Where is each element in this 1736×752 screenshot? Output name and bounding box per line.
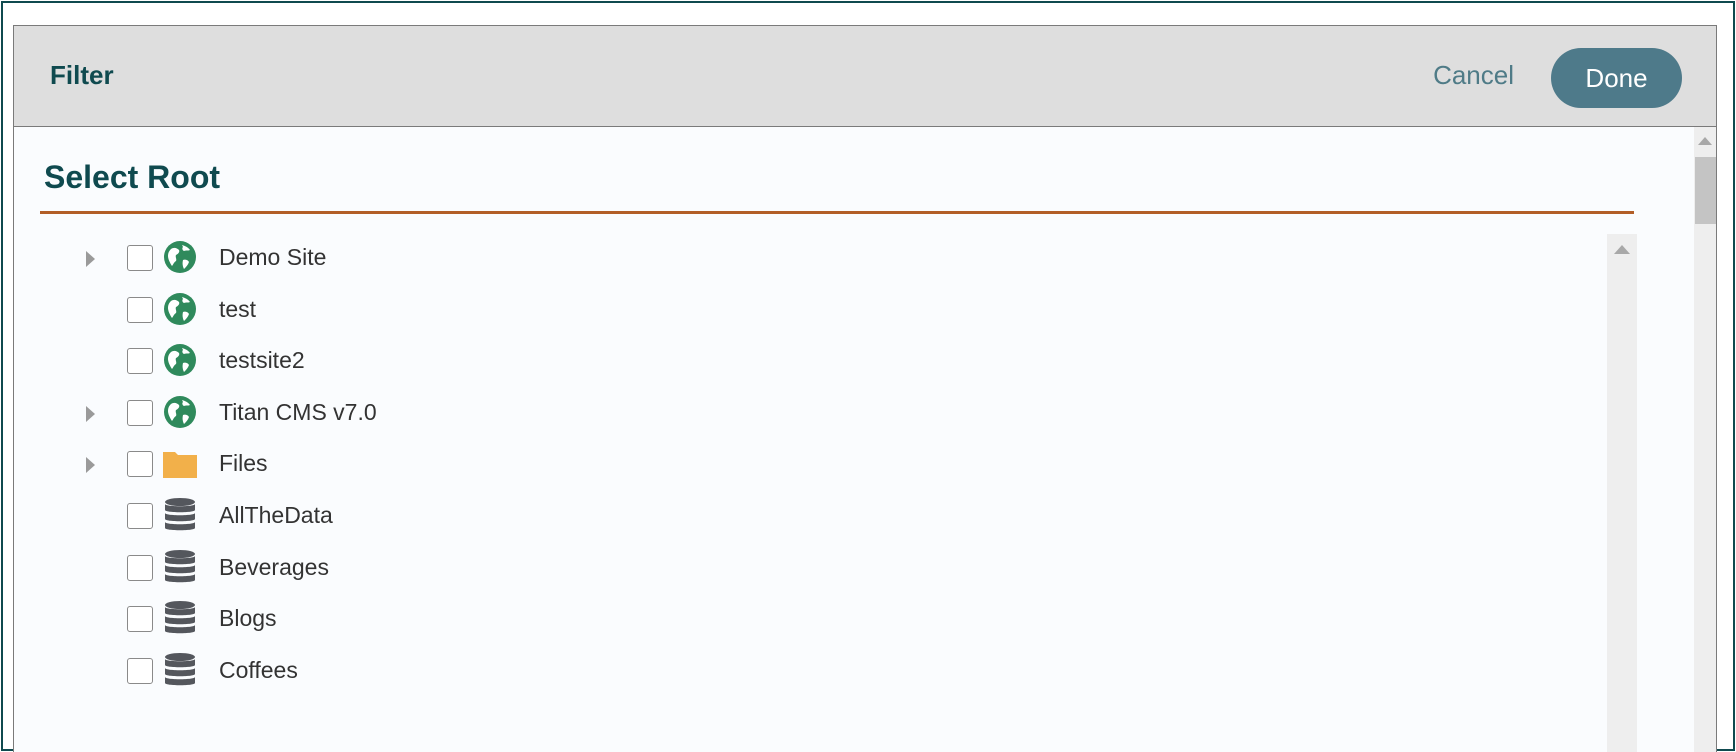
tree-item-label: Blogs xyxy=(219,605,277,632)
tree-item[interactable]: Demo Site xyxy=(40,231,1600,288)
window-frame: Filter Cancel Done Select Root Demo Site… xyxy=(1,1,1735,752)
database-icon xyxy=(162,497,198,533)
tree-item[interactable]: Files xyxy=(40,437,1600,494)
section-divider xyxy=(40,211,1634,214)
expand-arrow-icon[interactable] xyxy=(86,405,95,422)
dialog-title: Filter xyxy=(50,60,114,90)
tree-item-label: testsite2 xyxy=(219,347,305,374)
globe-icon xyxy=(162,291,198,327)
tree-item-label: Demo Site xyxy=(219,244,327,270)
tree-item-checkbox[interactable] xyxy=(127,503,153,529)
tree-item-checkbox[interactable] xyxy=(127,245,153,271)
dialog-header: Filter Cancel Done xyxy=(14,26,1716,127)
database-icon xyxy=(162,652,198,688)
dialog-scroll-up-arrow[interactable] xyxy=(1698,137,1712,145)
filter-dialog: Filter Cancel Done Select Root Demo Site… xyxy=(13,25,1717,752)
tree-item-label: Files xyxy=(219,450,268,477)
globe-icon xyxy=(162,239,198,275)
expand-arrow-icon[interactable] xyxy=(86,457,95,474)
tree-item[interactable]: Titan CMS v7.0 xyxy=(40,386,1600,443)
tree-item-label: Beverages xyxy=(219,553,329,580)
tree-item-checkbox[interactable] xyxy=(127,554,153,581)
tree-item-checkbox[interactable] xyxy=(127,296,153,323)
dialog-content: Select Root Demo Site test testsite2 Titan … xyxy=(14,127,1686,752)
dialog-scrollbar-thumb[interactable] xyxy=(1695,157,1716,224)
tree-item-label: AllTheData xyxy=(219,502,333,528)
tree-item[interactable]: Blogs xyxy=(40,592,1600,649)
tree-item-checkbox[interactable] xyxy=(127,657,153,684)
tree-scroll-up-arrow[interactable] xyxy=(1614,245,1630,254)
tree-item-checkbox[interactable] xyxy=(127,348,153,375)
database-icon xyxy=(162,600,198,636)
tree-scrollbar[interactable] xyxy=(1607,234,1637,752)
tree-item[interactable]: testsite2 xyxy=(40,334,1600,391)
root-tree: Demo Site test testsite2 Titan CMS v7.0 File… xyxy=(40,231,1634,752)
tree-item-label: Coffees xyxy=(219,656,298,683)
tree-item[interactable]: Beverages xyxy=(40,541,1600,598)
tree-item[interactable]: test xyxy=(40,283,1600,340)
dialog-scrollbar[interactable] xyxy=(1694,127,1716,752)
tree-item[interactable]: AllTheData xyxy=(40,489,1600,546)
folder-icon xyxy=(162,445,198,481)
expand-arrow-icon[interactable] xyxy=(86,251,95,267)
tree-item-label: test xyxy=(219,295,257,322)
globe-icon xyxy=(162,394,198,430)
database-icon xyxy=(162,549,198,585)
tree-item-label: Titan CMS v7.0 xyxy=(219,398,377,425)
section-title: Select Root xyxy=(44,159,221,195)
tree-item[interactable]: Coffees xyxy=(40,644,1600,701)
cancel-button[interactable]: Cancel xyxy=(1433,60,1514,91)
tree-item-checkbox[interactable] xyxy=(127,399,153,426)
globe-icon xyxy=(162,342,198,378)
done-button[interactable]: Done xyxy=(1551,48,1682,108)
tree-item-checkbox[interactable] xyxy=(127,451,153,478)
tree-item-checkbox[interactable] xyxy=(127,606,153,633)
